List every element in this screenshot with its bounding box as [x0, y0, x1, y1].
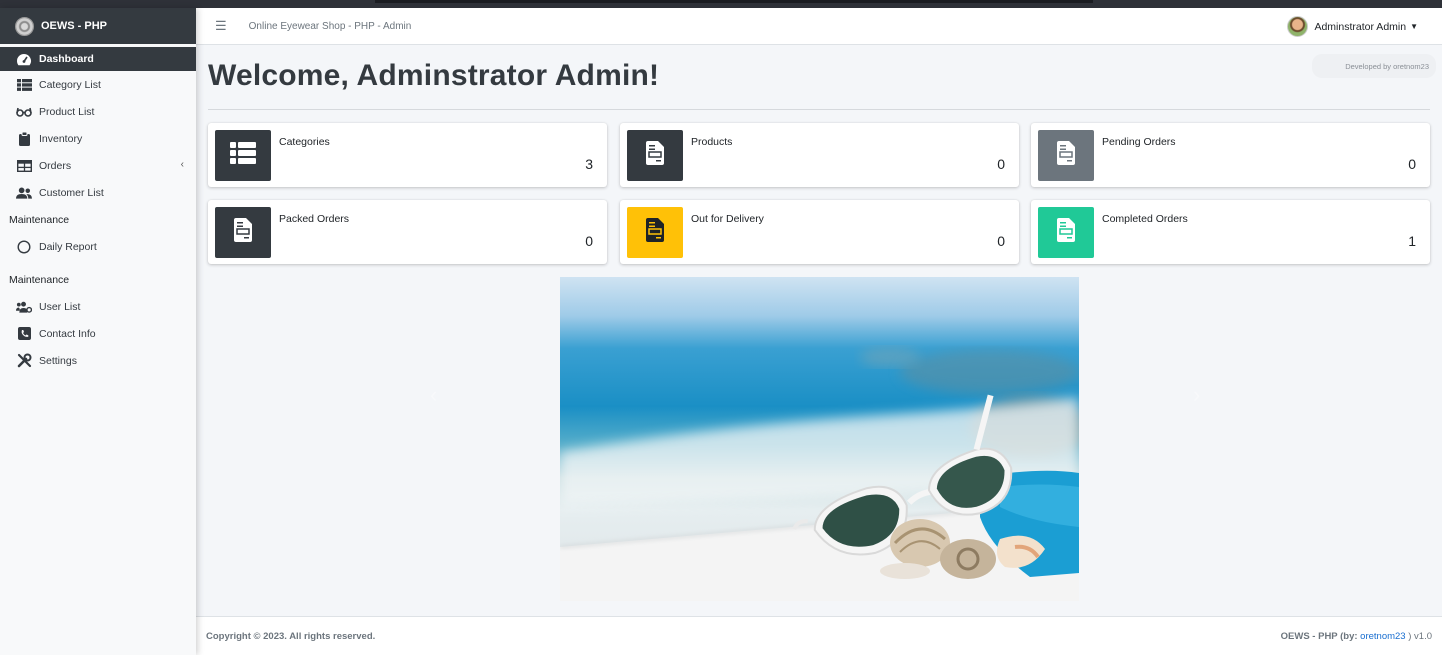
sidebar-item-label: Contact Info: [39, 327, 96, 340]
sidebar-item-user-list[interactable]: User List: [0, 293, 196, 320]
circle-icon: [16, 239, 32, 254]
file-invoice-icon: [1057, 218, 1075, 247]
sidebar-item-label: Customer List: [39, 186, 104, 199]
carousel-next-icon[interactable]: ›: [1193, 382, 1200, 408]
user-menu-dropdown[interactable]: Adminstrator Admin ▼: [1287, 16, 1418, 37]
info-box-value: 1: [1408, 233, 1416, 249]
sidebar-item-inventory[interactable]: Inventory: [0, 125, 196, 152]
info-box-packed-orders[interactable]: Packed Orders 0: [208, 200, 607, 264]
sidebar-header-maintenance: Maintenance: [9, 213, 70, 226]
file-invoice-icon: [234, 218, 252, 247]
avatar: [1287, 16, 1309, 37]
sidebar-item-settings[interactable]: Settings: [0, 347, 196, 374]
info-box-value: 0: [585, 233, 593, 249]
chevron-left-icon: ‹: [180, 159, 184, 170]
info-box-value: 0: [1408, 156, 1416, 172]
info-box-completed-orders[interactable]: Completed Orders 1: [1031, 200, 1430, 264]
footer-credit-suffix: ) v1.0: [1405, 630, 1432, 642]
info-box-label: Pending Orders: [1102, 136, 1176, 148]
footer-copyright: Copyright © 2023. All rights reserved.: [206, 630, 376, 642]
info-box-label: Packed Orders: [279, 213, 350, 225]
info-box-label: Products: [691, 136, 733, 148]
sidebar-item-contact-info[interactable]: Contact Info: [0, 320, 196, 347]
card-icon-box: [215, 207, 271, 258]
sidebar-item-daily-report[interactable]: Daily Report: [0, 233, 196, 260]
info-box-value: 0: [997, 156, 1005, 172]
info-box-label: Out for Delivery: [691, 213, 764, 225]
th-list-icon: [16, 78, 32, 92]
brand-name: OEWS - PHP: [41, 20, 108, 32]
brand[interactable]: OEWS - PHP: [0, 8, 196, 44]
user-name: Adminstrator Admin: [1314, 20, 1407, 33]
file-invoice-icon: [646, 141, 664, 170]
tools-icon: [16, 353, 32, 368]
browser-top-strip: [0, 0, 1442, 8]
info-box-value: 0: [997, 233, 1005, 249]
sidebar-item-customer-list[interactable]: Customer List: [0, 179, 196, 206]
sidebar-item-label: Category List: [39, 78, 101, 91]
glasses-icon: [16, 105, 32, 119]
card-icon-box: [627, 207, 683, 258]
info-box-categories[interactable]: Categories 3: [208, 123, 607, 187]
footer-credit: OEWS - PHP (by: oretnom23 ) v1.0: [1281, 631, 1432, 642]
caret-down-icon: ▼: [1410, 22, 1418, 31]
sidebar-item-orders[interactable]: Orders ‹: [0, 152, 196, 179]
footer: Copyright © 2023. All rights reserved. O…: [196, 616, 1442, 655]
file-invoice-icon: [1057, 141, 1075, 170]
sidebar: OEWS - PHP Dashboard Category List Produ…: [0, 8, 196, 655]
card-icon-box: [215, 130, 271, 181]
sidebar-item-label: Daily Report: [39, 240, 97, 253]
users-cog-icon: [16, 300, 32, 314]
sidebar-item-label: Inventory: [39, 132, 83, 145]
sidebar-item-dashboard[interactable]: Dashboard: [0, 47, 196, 71]
carousel-image-sunglasses-beach: [560, 277, 1079, 601]
card-icon-box: [1038, 207, 1094, 258]
footer-credit-prefix: OEWS - PHP (by:: [1280, 630, 1361, 642]
th-list-icon: [230, 142, 256, 169]
phone-square-icon: [16, 327, 32, 341]
developed-by-badge: Developed by oretnom23: [1312, 54, 1436, 78]
info-box-products[interactable]: Products 0: [620, 123, 1019, 187]
sidebar-item-label: Product List: [39, 105, 95, 118]
card-icon-box: [627, 130, 683, 181]
sidebar-item-category-list[interactable]: Category List: [0, 71, 196, 98]
footer-author-link[interactable]: oretnom23: [1360, 631, 1405, 642]
page-title: Welcome, Adminstrator Admin!: [208, 59, 660, 92]
main-content: Welcome, Adminstrator Admin! Developed b…: [196, 45, 1442, 616]
table-icon: [16, 159, 32, 173]
info-box-label: Categories: [279, 136, 330, 148]
info-box-out-for-delivery[interactable]: Out for Delivery 0: [620, 200, 1019, 264]
sidebar-item-label: User List: [39, 300, 81, 313]
brand-logo: [15, 16, 34, 36]
sidebar-item-label: Settings: [39, 354, 77, 367]
hamburger-menu-icon[interactable]: ☰: [215, 18, 227, 34]
users-icon: [16, 186, 32, 200]
sidebar-header-maintenance: Maintenance: [9, 273, 70, 286]
top-strip-bar: [375, 0, 1093, 3]
title-divider: [208, 109, 1430, 110]
tachometer-icon: [16, 52, 32, 66]
info-box-pending-orders[interactable]: Pending Orders 0: [1031, 123, 1430, 187]
carousel-prev-icon[interactable]: ‹: [430, 382, 437, 408]
site-title: Online Eyewear Shop - PHP - Admin: [248, 20, 412, 32]
top-navbar: ☰ Online Eyewear Shop - PHP - Admin Admi…: [196, 8, 1442, 45]
clipboard-icon: [16, 131, 32, 146]
card-icon-box: [1038, 130, 1094, 181]
sidebar-item-label: Orders: [39, 159, 72, 172]
sidebar-item-product-list[interactable]: Product List: [0, 98, 196, 125]
info-box-label: Completed Orders: [1102, 213, 1188, 225]
file-invoice-icon: [646, 218, 664, 247]
info-box-value: 3: [585, 156, 593, 172]
sidebar-item-label: Dashboard: [39, 53, 94, 65]
